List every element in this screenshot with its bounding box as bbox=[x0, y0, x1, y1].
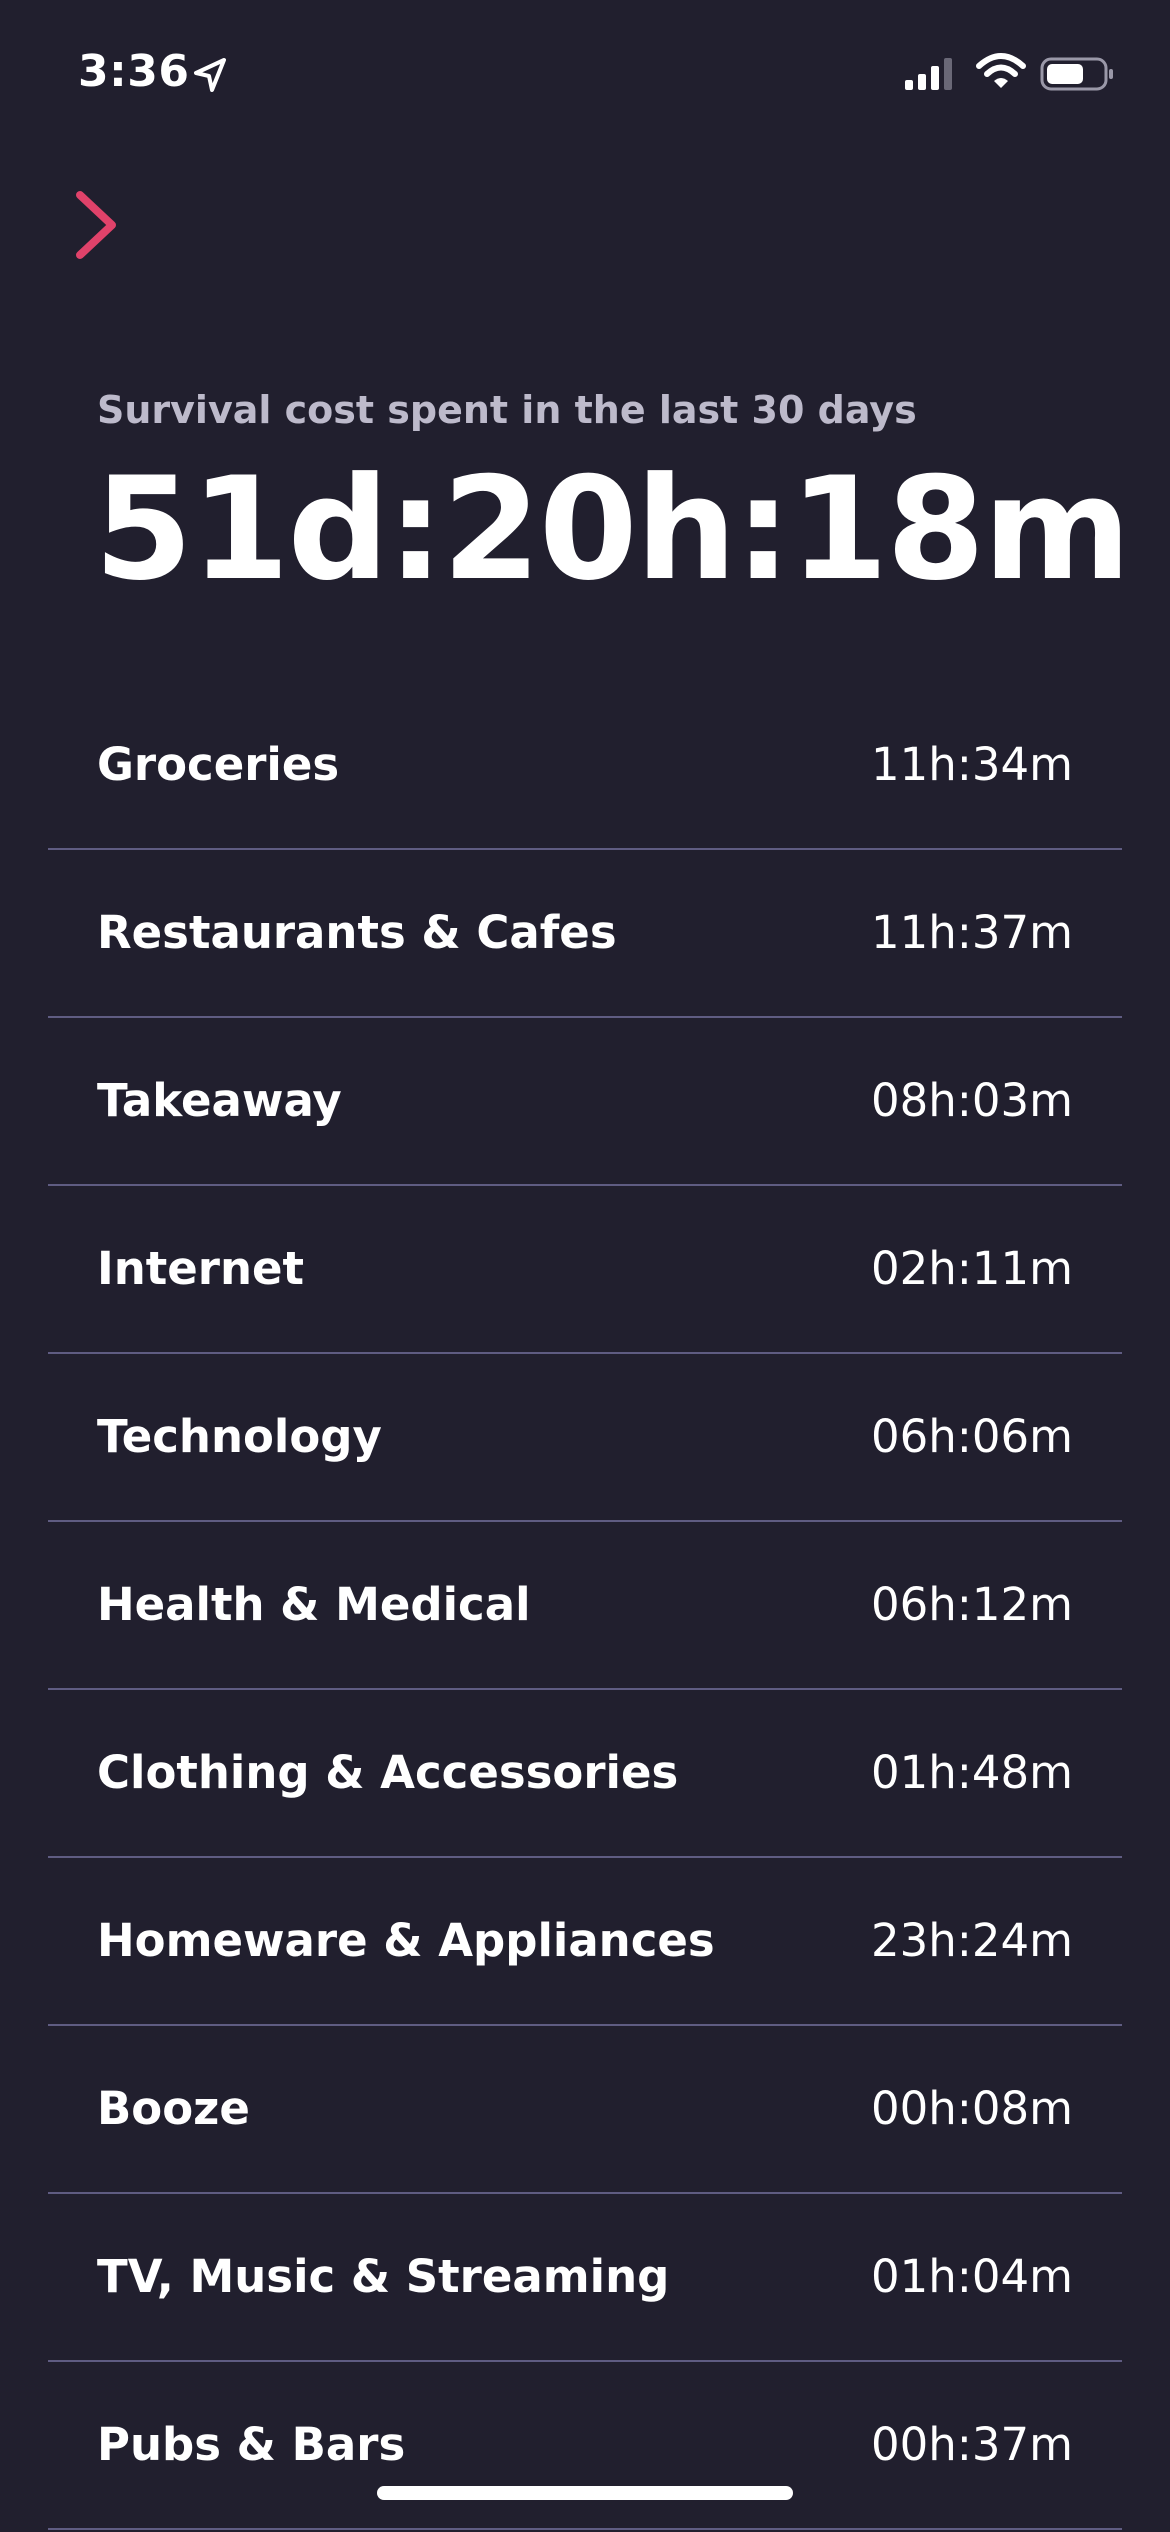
home-indicator[interactable] bbox=[377, 2486, 793, 2500]
category-value: 01h:04m bbox=[870, 2250, 1073, 2303]
category-value: 23h:24m bbox=[870, 1914, 1073, 1967]
category-value: 02h:11m bbox=[870, 1242, 1073, 1295]
list-item[interactable]: Takeaway 08h:03m bbox=[48, 1018, 1122, 1186]
list-item[interactable]: Homeware & Appliances 23h:24m bbox=[48, 1858, 1122, 2026]
list-item[interactable]: Booze 00h:08m bbox=[48, 2026, 1122, 2194]
category-label: Groceries bbox=[97, 738, 340, 791]
category-label: Technology bbox=[97, 1410, 382, 1463]
list-item[interactable]: Technology 06h:06m bbox=[48, 1354, 1122, 1522]
category-label: Pubs & Bars bbox=[97, 2418, 406, 2471]
category-label: Booze bbox=[97, 2082, 250, 2135]
category-value: 06h:12m bbox=[870, 1578, 1073, 1631]
cellular-signal-icon bbox=[905, 58, 952, 90]
category-label: Health & Medical bbox=[97, 1578, 531, 1631]
category-label: TV, Music & Streaming bbox=[97, 2250, 670, 2303]
list-item[interactable]: TV, Music & Streaming 01h:04m bbox=[48, 2194, 1122, 2362]
category-label: Clothing & Accessories bbox=[97, 1746, 679, 1799]
list-item[interactable]: Restaurants & Cafes 11h:37m bbox=[48, 850, 1122, 1018]
summary-subtitle: Survival cost spent in the last 30 days bbox=[97, 388, 917, 432]
category-value: 06h:06m bbox=[870, 1410, 1073, 1463]
category-list: Groceries 11h:34m Restaurants & Cafes 11… bbox=[48, 682, 1122, 2530]
wifi-icon bbox=[976, 53, 1026, 88]
category-value: 11h:37m bbox=[870, 906, 1073, 959]
category-value: 08h:03m bbox=[870, 1074, 1073, 1127]
category-value: 01h:48m bbox=[870, 1746, 1073, 1799]
list-item[interactable]: Groceries 11h:34m bbox=[48, 682, 1122, 850]
list-item[interactable]: Clothing & Accessories 01h:48m bbox=[48, 1690, 1122, 1858]
list-item[interactable]: Pubs & Bars 00h:37m bbox=[48, 2362, 1122, 2530]
category-label: Restaurants & Cafes bbox=[97, 906, 617, 959]
total-survival-cost: 51d:20h:18m bbox=[94, 447, 1131, 612]
battery-icon bbox=[1040, 57, 1113, 91]
category-label: Internet bbox=[97, 1242, 305, 1295]
category-value: 00h:08m bbox=[870, 2082, 1073, 2135]
category-value: 11h:34m bbox=[870, 738, 1073, 791]
category-value: 00h:37m bbox=[870, 2418, 1073, 2471]
location-arrow-icon bbox=[194, 58, 226, 92]
category-label: Homeware & Appliances bbox=[97, 1914, 715, 1967]
status-time: 3:36 bbox=[78, 46, 190, 97]
status-bar: 3:36 bbox=[0, 0, 1170, 150]
list-item[interactable]: Health & Medical 06h:12m bbox=[48, 1522, 1122, 1690]
chevron-right-icon[interactable] bbox=[70, 185, 130, 265]
list-item[interactable]: Internet 02h:11m bbox=[48, 1186, 1122, 1354]
category-label: Takeaway bbox=[97, 1074, 342, 1127]
